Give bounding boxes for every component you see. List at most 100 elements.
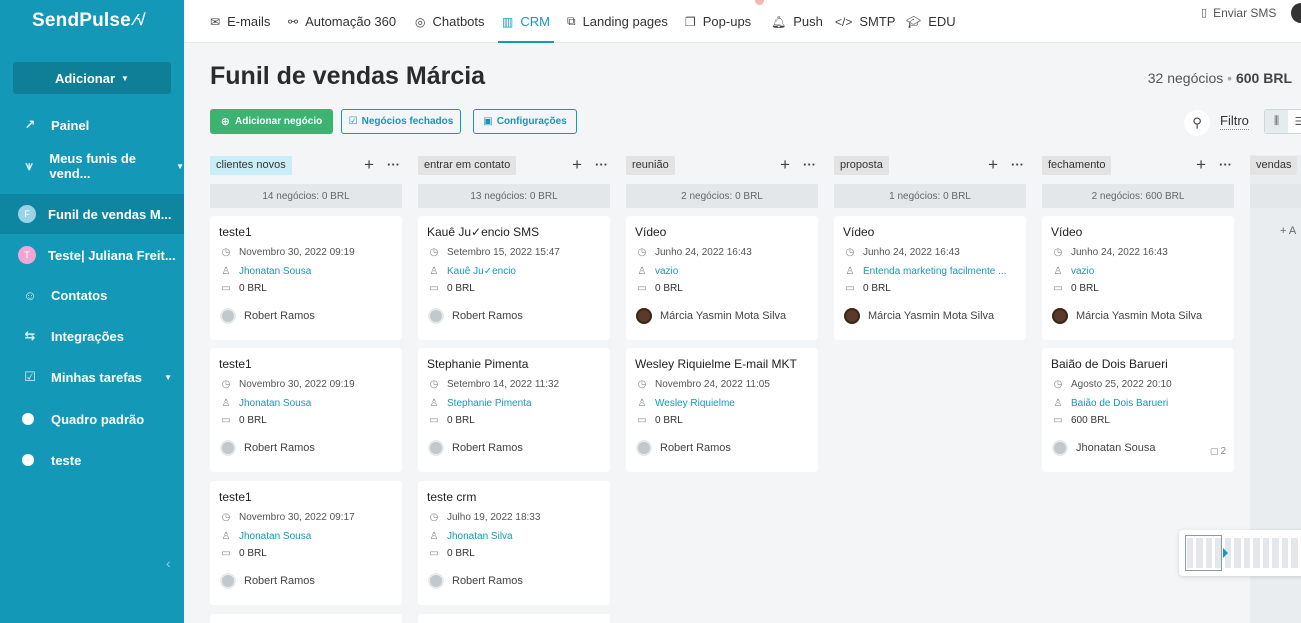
deal-card[interactable]: Wesley Riquielme E-mail MKT ◷ Novembro 24,…	[626, 348, 818, 472]
more-options-icon[interactable]: ···	[387, 155, 400, 174]
integrations-icon: ⇆	[24, 328, 36, 343]
nav-edu[interactable]: 🎓︎ EDU	[906, 0, 956, 43]
sidebar-item-funil-vendas[interactable]: F Funil de vendas M...	[0, 194, 184, 234]
minimap-viewport[interactable]	[1185, 535, 1222, 571]
deal-contact[interactable]: ♙ Jhonatan Silva	[428, 531, 608, 542]
person-icon: ♙	[1053, 398, 1063, 409]
sidebar-item-teste[interactable]: teste	[0, 440, 184, 480]
nav-crm[interactable]: ▥ CRM	[498, 0, 554, 43]
deal-contact[interactable]: ♙ vazio	[636, 266, 816, 277]
more-options-icon[interactable]: ···	[1011, 155, 1024, 174]
sidebar-item-painel[interactable]: ↗ Painel	[0, 105, 184, 145]
minimap-scroll-arrow-icon[interactable]	[1223, 548, 1228, 558]
kanban-view-icon[interactable]: ⫼	[1265, 110, 1288, 133]
comment-icon: ▢	[1209, 446, 1219, 456]
deal-card[interactable]	[418, 614, 610, 623]
deal-amount: ▭ 0 BRL	[636, 415, 816, 426]
deal-contact[interactable]: ♙ Jhonatan Sousa	[220, 398, 400, 409]
send-sms-link[interactable]: ▯ Enviar SMS	[1201, 0, 1276, 25]
add-deal-icon[interactable]: +	[364, 155, 374, 174]
nav-push[interactable]: 🔔︎ Push	[771, 0, 823, 43]
deal-title: teste crm	[427, 490, 477, 504]
search-button[interactable]: ⚲	[1184, 110, 1210, 136]
contacts-icon: ☺	[23, 287, 37, 303]
more-options-icon[interactable]: ···	[595, 155, 608, 174]
nav-smtp[interactable]: </> SMTP	[835, 0, 895, 43]
sidebar-item-quadro-padrao[interactable]: Quadro padrão	[0, 399, 184, 439]
sidebar-item-teste-juliana[interactable]: T Teste| Juliana Freit...	[0, 235, 184, 275]
closed-deals-button[interactable]: ☑ Negócios fechados	[341, 109, 461, 134]
filter-button[interactable]: Filtro	[1220, 113, 1249, 130]
nav-automacao[interactable]: ⚯ Automação 360	[288, 0, 396, 43]
deal-card[interactable]: Baião de Dois Barueri ◷ Agosto 25, 2022 20…	[1042, 348, 1234, 472]
sidebar-item-meus-funis[interactable]: ⩛ Meus funis de vend... ▼	[0, 146, 185, 186]
deal-card[interactable]: Vídeo ◷ Junho 24, 2022 16:43 ♙ Entenda marke…	[834, 216, 1026, 340]
view-toggle: ⫼ ☰	[1264, 109, 1301, 134]
chevron-down-icon: ▼	[164, 372, 172, 382]
collapse-sidebar-icon[interactable]: ‹	[166, 555, 171, 571]
add-deal-icon[interactable]: +	[780, 155, 790, 174]
user-avatar[interactable]	[1291, 3, 1301, 23]
deal-date: ◷ Junho 24, 2022 16:43	[844, 247, 1024, 258]
more-options-icon[interactable]: ···	[803, 155, 816, 174]
deal-owner: Robert Ramos	[220, 573, 315, 589]
sidebar-item-contatos[interactable]: ☺ Contatos	[0, 275, 184, 315]
deal-card[interactable]: Vídeo ◷ Junho 24, 2022 16:43 ♙ vazio ▭ 0 BRL Má…	[1042, 216, 1234, 340]
nav-landing-pages[interactable]: ⧉ Landing pages	[567, 0, 668, 43]
clock-icon: ◷	[221, 379, 231, 390]
add-deal-icon[interactable]: +	[572, 155, 582, 174]
stage-tag[interactable]: reunião	[626, 156, 675, 175]
deal-card[interactable]: Kauê Ju✓encio SMS ◷ Setembro 15, 2022 15:4…	[418, 216, 610, 340]
deal-contact[interactable]: ♙ Kauê Ju✓encio	[428, 266, 608, 277]
deal-contact[interactable]: ♙ Baião de Dois Barueri	[1052, 398, 1232, 409]
settings-button[interactable]: ▣ Configurações	[473, 109, 577, 134]
deal-card[interactable]: teste crm ◷ Julho 19, 2022 18:33 ♙ Jhonatan …	[418, 481, 610, 605]
deal-card[interactable]	[210, 614, 402, 623]
list-view-icon[interactable]: ☰	[1288, 110, 1301, 133]
deal-contact[interactable]: ♙ Wesley Riquielme	[636, 398, 816, 409]
stage-tag[interactable]: proposta	[834, 156, 889, 175]
deal-card[interactable]: Stephanie Pimenta ◷ Setembro 14, 2022 11:3…	[418, 348, 610, 472]
sidebar-item-integracoes[interactable]: ⇆ Integrações	[0, 316, 184, 356]
nav-emails[interactable]: ✉ E-mails	[210, 0, 270, 43]
sidebar-item-minhas-tarefas[interactable]: ☑ Minhas tarefas ▼	[0, 357, 184, 397]
more-options-icon[interactable]: ···	[1219, 155, 1232, 174]
deal-title: Kauê Ju✓encio SMS	[427, 225, 540, 239]
column-header: entrar em contato + ···	[418, 155, 610, 177]
clock-icon: ◷	[429, 247, 439, 258]
nav-chatbots[interactable]: ◎ Chatbots	[415, 0, 485, 43]
owner-avatar	[636, 440, 652, 456]
add-button[interactable]: Adicionar ▼	[13, 62, 171, 94]
chevron-down-icon: ▼	[176, 161, 184, 171]
add-deal-button[interactable]: ⊕ Adicionar negócio	[210, 109, 333, 134]
stage-tag[interactable]: entrar em contato	[418, 156, 517, 175]
add-deal-icon[interactable]: +	[1196, 155, 1206, 174]
deal-card[interactable]: Vídeo ◷ Junho 24, 2022 16:43 ♙ vazio ▭ 0 BRL Má…	[626, 216, 818, 340]
add-deal-icon[interactable]: +	[988, 155, 998, 174]
deal-date: ◷ Agosto 25, 2022 20:10	[1052, 379, 1232, 390]
deal-title: Wesley Riquielme E-mail MKT	[635, 357, 797, 371]
deal-title: teste1	[219, 490, 252, 504]
deal-owner: Robert Ramos	[428, 573, 523, 589]
deal-contact[interactable]: ♙ Jhonatan Sousa	[220, 266, 400, 277]
nav-popups[interactable]: ❐ Pop-ups	[685, 0, 751, 43]
send-sms-label: Enviar SMS	[1213, 5, 1277, 20]
deal-contact[interactable]: ♙ Stephanie Pimenta	[428, 398, 608, 409]
deal-contact[interactable]: ♙ vazio	[1052, 266, 1232, 277]
stage-tag[interactable]: fechamento	[1042, 156, 1112, 175]
nav-label: EDU	[928, 14, 956, 29]
add-deal-inline[interactable]: + A	[1280, 225, 1296, 237]
deal-card[interactable]: teste1 ◷ Novembro 30, 2022 09:19 ♙ Jhonatan …	[210, 216, 402, 340]
deal-card[interactable]: teste1 ◷ Novembro 30, 2022 09:17 ♙ Jhonatan …	[210, 481, 402, 605]
sendpulse-logo[interactable]: SendPulse ⁄√	[0, 0, 184, 42]
comments-count[interactable]: ▢ 2	[1210, 446, 1226, 457]
deal-card[interactable]: teste1 ◷ Novembro 30, 2022 09:19 ♙ Jhonatan …	[210, 348, 402, 472]
clock-icon: ◷	[429, 512, 439, 523]
mail-icon: ✉	[210, 14, 221, 29]
board-minimap[interactable]	[1179, 530, 1301, 576]
stage-tag[interactable]: clientes novos	[210, 156, 292, 175]
deal-amount: ▭ 0 BRL	[428, 283, 608, 294]
deal-contact[interactable]: ♙ Entenda marketing facilmente ...	[844, 266, 1024, 277]
deal-contact[interactable]: ♙ Jhonatan Sousa	[220, 531, 400, 542]
pipeline-column: clientes novos + ··· 14 negócios: 0 BRL test…	[210, 155, 402, 605]
